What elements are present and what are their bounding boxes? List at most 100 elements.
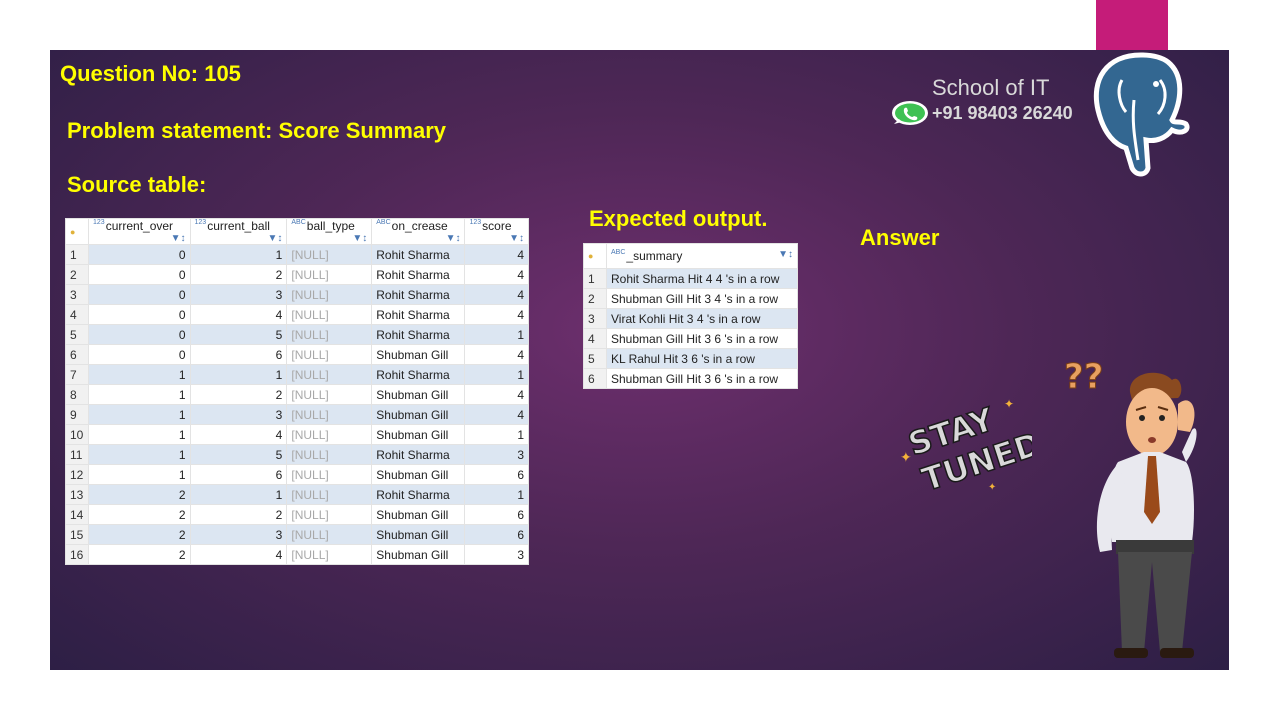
table-cell[interactable]: 2: [189, 504, 288, 525]
table-cell[interactable]: Shubman Gill Hit 3 6 's in a row: [606, 368, 798, 389]
table-cell[interactable]: KL Rahul Hit 3 6 's in a row: [606, 348, 798, 369]
row-number-cell[interactable]: 6: [583, 368, 607, 389]
table-cell[interactable]: Shubman Gill: [371, 344, 466, 365]
table-cell[interactable]: [NULL]: [286, 384, 373, 405]
table-cell[interactable]: Shubman Gill: [371, 464, 466, 485]
row-number-cell[interactable]: 16: [65, 544, 89, 565]
table-cell[interactable]: Rohit Sharma: [371, 364, 466, 385]
table-cell[interactable]: 1: [464, 324, 529, 345]
table-cell[interactable]: 1: [189, 364, 288, 385]
row-number-cell[interactable]: 9: [65, 404, 89, 425]
table-row[interactable]: 2 0 2 [NULL] Rohit Sharma 4: [65, 264, 529, 285]
table-cell[interactable]: 1: [88, 364, 191, 385]
table-cell[interactable]: Rohit Sharma: [371, 284, 466, 305]
table-row[interactable]: 8 1 2 [NULL] Shubman Gill 4: [65, 384, 529, 405]
table-row[interactable]: 9 1 3 [NULL] Shubman Gill 4: [65, 404, 529, 425]
table-row[interactable]: 6 Shubman Gill Hit 3 6 's in a row: [583, 368, 798, 389]
column-header-summary[interactable]: ABC_summary ▼↕: [606, 243, 798, 269]
table-cell[interactable]: [NULL]: [286, 344, 373, 365]
sort-filter-icon[interactable]: ▼↕: [778, 249, 793, 260]
table-cell[interactable]: [NULL]: [286, 244, 373, 265]
table-row[interactable]: 14 2 2 [NULL] Shubman Gill 6: [65, 504, 529, 525]
table-cell[interactable]: 3: [464, 444, 529, 465]
row-number-cell[interactable]: 2: [65, 264, 89, 285]
table-cell[interactable]: 0: [88, 304, 191, 325]
row-number-cell[interactable]: 10: [65, 424, 89, 445]
table-cell[interactable]: Rohit Sharma Hit 4 4 's in a row: [606, 268, 798, 289]
table-cell[interactable]: 1: [189, 484, 288, 505]
table-row[interactable]: 15 2 3 [NULL] Shubman Gill 6: [65, 524, 529, 545]
table-cell[interactable]: Rohit Sharma: [371, 264, 466, 285]
table-cell[interactable]: [NULL]: [286, 504, 373, 525]
table-cell[interactable]: 6: [189, 464, 288, 485]
table-row[interactable]: 1 0 1 [NULL] Rohit Sharma 4: [65, 244, 529, 265]
table-cell[interactable]: 1: [88, 424, 191, 445]
row-number-cell[interactable]: 5: [65, 324, 89, 345]
table-cell[interactable]: Virat Kohli Hit 3 4 's in a row: [606, 308, 798, 329]
table-cell[interactable]: 4: [464, 384, 529, 405]
row-number-cell[interactable]: 14: [65, 504, 89, 525]
table-cell[interactable]: 4: [464, 284, 529, 305]
table-cell[interactable]: [NULL]: [286, 304, 373, 325]
table-cell[interactable]: 2: [88, 544, 191, 565]
table-cell[interactable]: 0: [88, 244, 191, 265]
table-cell[interactable]: [NULL]: [286, 444, 373, 465]
table-row[interactable]: 13 2 1 [NULL] Rohit Sharma 1: [65, 484, 529, 505]
column-header-ball-type[interactable]: ABCball_type ▼↕: [286, 218, 373, 245]
table-cell[interactable]: 4: [189, 304, 288, 325]
table-cell[interactable]: 1: [88, 464, 191, 485]
table-cell[interactable]: 2: [88, 524, 191, 545]
table-cell[interactable]: 1: [189, 244, 288, 265]
table-row[interactable]: 1 Rohit Sharma Hit 4 4 's in a row: [583, 268, 798, 289]
table-row[interactable]: 6 0 6 [NULL] Shubman Gill 4: [65, 344, 529, 365]
row-number-cell[interactable]: 4: [65, 304, 89, 325]
table-row[interactable]: 7 1 1 [NULL] Rohit Sharma 1: [65, 364, 529, 385]
table-row[interactable]: 16 2 4 [NULL] Shubman Gill 3: [65, 544, 529, 565]
table-cell[interactable]: Shubman Gill: [371, 504, 466, 525]
table-cell[interactable]: Rohit Sharma: [371, 484, 466, 505]
table-cell[interactable]: [NULL]: [286, 264, 373, 285]
table-cell[interactable]: Rohit Sharma: [371, 324, 466, 345]
table-row[interactable]: 4 0 4 [NULL] Rohit Sharma 4: [65, 304, 529, 325]
row-number-cell[interactable]: 7: [65, 364, 89, 385]
table-row[interactable]: 10 1 4 [NULL] Shubman Gill 1: [65, 424, 529, 445]
table-cell[interactable]: Rohit Sharma: [371, 444, 466, 465]
table-cell[interactable]: 6: [464, 524, 529, 545]
table-cell[interactable]: Shubman Gill: [371, 524, 466, 545]
table-row[interactable]: 3 0 3 [NULL] Rohit Sharma 4: [65, 284, 529, 305]
table-cell[interactable]: 1: [464, 484, 529, 505]
sort-filter-icon[interactable]: ▼↕: [446, 233, 461, 244]
column-header-current-ball[interactable]: 123current_ball ▼↕: [189, 218, 288, 245]
row-number-cell[interactable]: 12: [65, 464, 89, 485]
table-cell[interactable]: 2: [88, 484, 191, 505]
row-number-cell[interactable]: 6: [65, 344, 89, 365]
sort-filter-icon[interactable]: ▼↕: [171, 233, 186, 244]
table-row[interactable]: 4 Shubman Gill Hit 3 6 's in a row: [583, 328, 798, 349]
table-row[interactable]: 5 KL Rahul Hit 3 6 's in a row: [583, 348, 798, 369]
table-cell[interactable]: 5: [189, 324, 288, 345]
table-cell[interactable]: [NULL]: [286, 484, 373, 505]
table-cell[interactable]: 3: [189, 524, 288, 545]
row-number-cell[interactable]: 11: [65, 444, 89, 465]
table-cell[interactable]: 1: [88, 384, 191, 405]
table-cell[interactable]: [NULL]: [286, 524, 373, 545]
table-cell[interactable]: Shubman Gill Hit 3 6 's in a row: [606, 328, 798, 349]
sort-filter-icon[interactable]: ▼↕: [352, 233, 367, 244]
table-cell[interactable]: 0: [88, 344, 191, 365]
table-row[interactable]: 3 Virat Kohli Hit 3 4 's in a row: [583, 308, 798, 329]
table-cell[interactable]: 0: [88, 264, 191, 285]
table-cell[interactable]: 5: [189, 444, 288, 465]
table-cell[interactable]: 1: [464, 364, 529, 385]
row-number-cell[interactable]: 3: [583, 308, 607, 329]
row-number-cell[interactable]: 2: [583, 288, 607, 309]
column-header-on-crease[interactable]: ABCon_crease ▼↕: [371, 218, 466, 245]
table-cell[interactable]: Rohit Sharma: [371, 244, 466, 265]
table-cell[interactable]: 0: [88, 284, 191, 305]
row-number-cell[interactable]: 1: [65, 244, 89, 265]
table-cell[interactable]: Shubman Gill: [371, 384, 466, 405]
table-cell[interactable]: 2: [88, 504, 191, 525]
table-cell[interactable]: 3: [189, 404, 288, 425]
table-cell[interactable]: Shubman Gill: [371, 544, 466, 565]
table-cell[interactable]: Shubman Gill: [371, 404, 466, 425]
table-cell[interactable]: 4: [189, 544, 288, 565]
